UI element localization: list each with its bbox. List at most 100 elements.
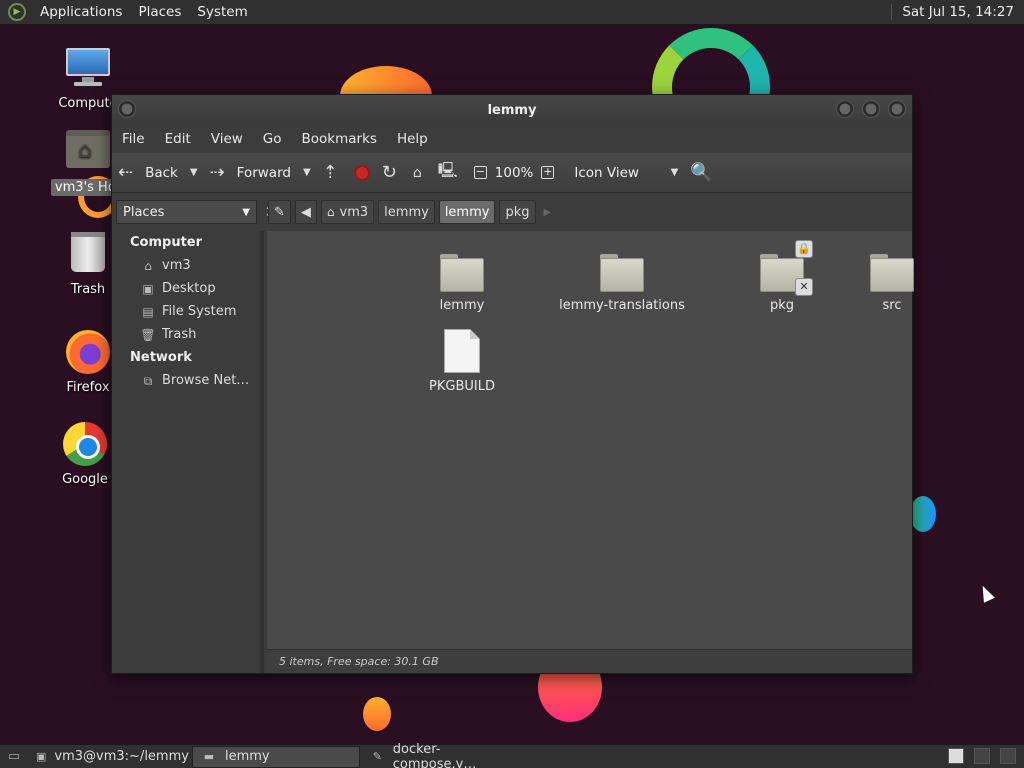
menu-places[interactable]: Places bbox=[130, 4, 189, 20]
firefox-icon bbox=[66, 330, 110, 374]
window-titlebar[interactable]: lemmy bbox=[112, 95, 912, 125]
text-file-icon bbox=[444, 329, 480, 373]
sidebar-item-vm3[interactable]: ⌂ vm3 bbox=[112, 254, 260, 277]
breadcrumb-pkg[interactable]: pkg bbox=[499, 200, 536, 224]
forward-button[interactable]: ⇢ Forward ▼ bbox=[204, 157, 317, 189]
back-button[interactable]: ⇠ Back ▼ bbox=[112, 157, 204, 189]
close-button[interactable] bbox=[888, 100, 906, 118]
window-menu-button[interactable] bbox=[118, 100, 136, 118]
file-item-lemmy[interactable]: lemmy bbox=[387, 254, 537, 313]
taskbar-item-lemmy[interactable]: ▬ lemmy bbox=[192, 745, 360, 768]
edit-icon: ✎ bbox=[274, 204, 285, 220]
distro-logo-icon[interactable]: ▶ bbox=[8, 3, 26, 21]
home-folder-icon bbox=[66, 130, 110, 168]
sidebar: Computer ⌂ vm3 ▣ Desktop ▤ File System 🗑 Tra… bbox=[112, 231, 264, 673]
menu-bookmarks[interactable]: Bookmarks bbox=[292, 131, 387, 147]
zoom-controls: − 100% + bbox=[468, 157, 569, 189]
search-icon: 🔍 bbox=[690, 162, 713, 183]
workspace-1[interactable] bbox=[948, 748, 964, 764]
toolbar: ⇠ Back ▼ ⇢ Forward ▼ ⇡ ↻ ⌂ 🖳 − 100% + Ic… bbox=[112, 153, 912, 193]
desktop-icon-label: Trash bbox=[70, 282, 106, 297]
chevron-down-icon: ▼ bbox=[670, 167, 679, 178]
clock[interactable]: Sat Jul 15, 14:27 bbox=[891, 4, 1020, 20]
breadcrumb-lemmy-current[interactable]: lemmy bbox=[438, 200, 496, 224]
menu-help[interactable]: Help bbox=[387, 131, 438, 147]
network-icon: ⧉ bbox=[143, 373, 153, 388]
menu-file[interactable]: File bbox=[112, 131, 155, 147]
folder-icon: ▬ bbox=[203, 749, 215, 763]
computer-icon: 🖳 bbox=[437, 161, 458, 179]
search-button[interactable]: 🔍 bbox=[684, 157, 718, 189]
up-button[interactable]: ⇡ bbox=[317, 157, 348, 189]
folder-icon bbox=[440, 254, 484, 292]
unreadable-icon: ✕ bbox=[795, 278, 813, 296]
view-mode-select[interactable]: Icon View ▼ bbox=[568, 157, 684, 189]
folder-icon bbox=[600, 254, 644, 292]
zoom-level: 100% bbox=[494, 164, 534, 181]
folder-icon bbox=[870, 254, 914, 292]
chevron-down-icon: ▼ bbox=[242, 206, 250, 218]
desktop-icon-label: Firefox bbox=[66, 380, 110, 395]
minimize-button[interactable] bbox=[836, 100, 854, 118]
chevron-left-icon: ◀ bbox=[300, 204, 311, 220]
breadcrumb-vm3[interactable]: ⌂ vm3 bbox=[320, 200, 375, 224]
file-name: src bbox=[882, 298, 902, 313]
trash-icon: 🗑 bbox=[140, 327, 156, 342]
view-mode-label: Icon View bbox=[574, 164, 639, 181]
status-bar: 5 items, Free space: 30.1 GB bbox=[267, 649, 912, 673]
sidebar-item-desktop[interactable]: ▣ Desktop bbox=[112, 277, 260, 300]
lock-icon: 🔒 bbox=[795, 240, 813, 258]
desktop-icon-label: Compute bbox=[58, 96, 118, 111]
stop-button[interactable] bbox=[348, 157, 376, 189]
maximize-button[interactable] bbox=[862, 100, 880, 118]
desktop-icon: ▣ bbox=[142, 281, 154, 296]
sidebar-heading-computer: Computer bbox=[130, 235, 203, 250]
toggle-location-button[interactable]: ✎ bbox=[268, 200, 291, 224]
chevron-down-icon[interactable]: ▼ bbox=[303, 167, 311, 178]
breadcrumb-lemmy[interactable]: lemmy bbox=[378, 200, 435, 224]
file-name: pkg bbox=[769, 298, 795, 313]
menu-system[interactable]: System bbox=[189, 4, 255, 20]
up-arrow-icon: ⇡ bbox=[322, 162, 338, 183]
menu-applications[interactable]: Applications bbox=[32, 4, 130, 20]
workspace-3[interactable] bbox=[1000, 748, 1016, 764]
computer-icon bbox=[64, 46, 112, 86]
forward-label: Forward bbox=[236, 164, 291, 181]
trash-icon bbox=[71, 232, 105, 272]
home-button[interactable]: ⌂ bbox=[407, 157, 432, 189]
menu-edit[interactable]: Edit bbox=[155, 131, 201, 147]
text-editor-icon: ✎ bbox=[372, 749, 382, 763]
show-desktop-button[interactable]: ▭ bbox=[0, 746, 28, 768]
file-item-lemmy-translations[interactable]: lemmy-translations bbox=[547, 254, 697, 313]
drive-icon: ▤ bbox=[142, 304, 154, 319]
reload-button[interactable]: ↻ bbox=[376, 157, 407, 189]
home-icon: ⌂ bbox=[326, 205, 335, 219]
chevron-right-icon[interactable]: ▶ bbox=[544, 207, 552, 218]
workspace-2[interactable] bbox=[974, 748, 990, 764]
file-item-src[interactable]: src bbox=[842, 254, 942, 313]
back-label: Back bbox=[145, 164, 178, 181]
taskbar-item-terminal[interactable]: ▣ vm3@vm3:~/lemmy bbox=[28, 746, 190, 768]
file-view[interactable]: lemmy lemmy-translations 🔒 ✕ pkg src PKG… bbox=[267, 231, 914, 649]
zoom-out-icon[interactable]: − bbox=[473, 166, 487, 179]
breadcrumb: ✎ ◀ ⌂ vm3 lemmy lemmy pkg ▶ bbox=[268, 199, 555, 225]
sidebar-item-browse-network[interactable]: ⧉ Browse Net… bbox=[112, 369, 260, 392]
stop-icon bbox=[353, 164, 370, 181]
sidebar-item-trash[interactable]: 🗑 Trash bbox=[112, 323, 260, 346]
top-panel: ▶ Applications Places System Sat Jul 15,… bbox=[0, 0, 1024, 25]
forward-arrow-icon: ⇢ bbox=[209, 162, 225, 183]
zoom-in-icon[interactable]: + bbox=[541, 166, 555, 179]
computer-button[interactable]: 🖳 bbox=[432, 157, 468, 189]
file-item-pkg[interactable]: 🔒 ✕ pkg bbox=[707, 240, 857, 313]
mouse-cursor-icon bbox=[977, 583, 995, 603]
sidebar-type-select[interactable]: Places ▼ bbox=[116, 200, 257, 224]
file-item-pkgbuild[interactable]: PKGBUILD bbox=[387, 329, 537, 394]
taskbar-item-editor[interactable]: ✎ docker-compose.y… bbox=[362, 742, 522, 768]
chevron-down-icon[interactable]: ▼ bbox=[190, 167, 198, 178]
menu-view[interactable]: View bbox=[201, 131, 253, 147]
breadcrumb-scroll-left[interactable]: ◀ bbox=[294, 200, 317, 224]
sidebar-item-file-system[interactable]: ▤ File System bbox=[112, 300, 260, 323]
home-icon: ⌂ bbox=[144, 258, 152, 273]
menu-go[interactable]: Go bbox=[253, 131, 292, 147]
terminal-icon: ▣ bbox=[36, 749, 47, 763]
